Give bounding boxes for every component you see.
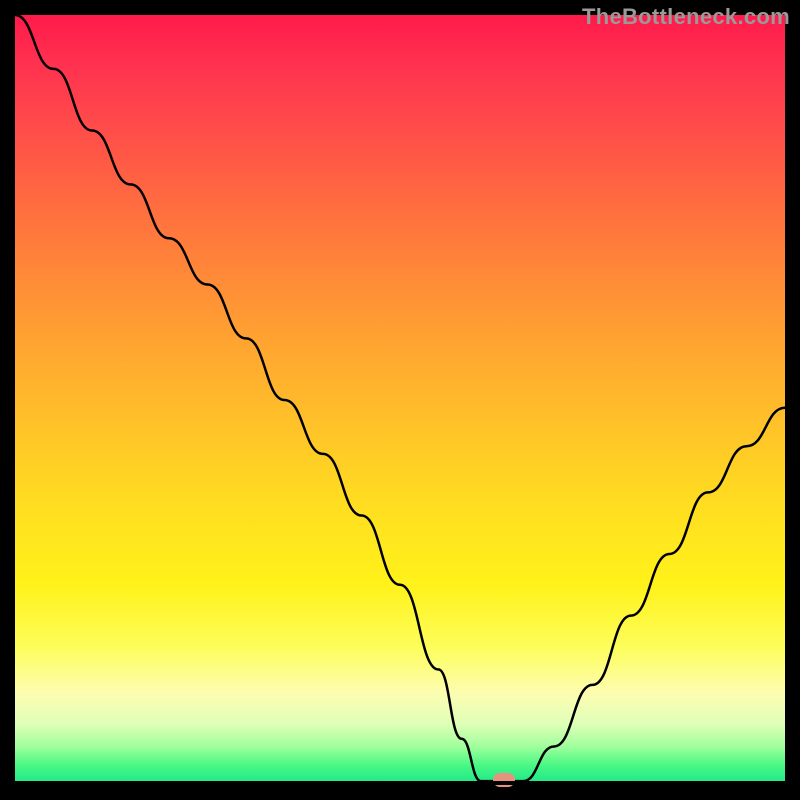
bottleneck-chart: TheBottleneck.com	[0, 0, 800, 800]
curve-svg	[15, 15, 785, 785]
bottleneck-curve-path	[15, 15, 785, 781]
watermark-text: TheBottleneck.com	[582, 4, 790, 30]
plot-area	[15, 15, 785, 785]
x-axis-baseline	[15, 781, 785, 785]
